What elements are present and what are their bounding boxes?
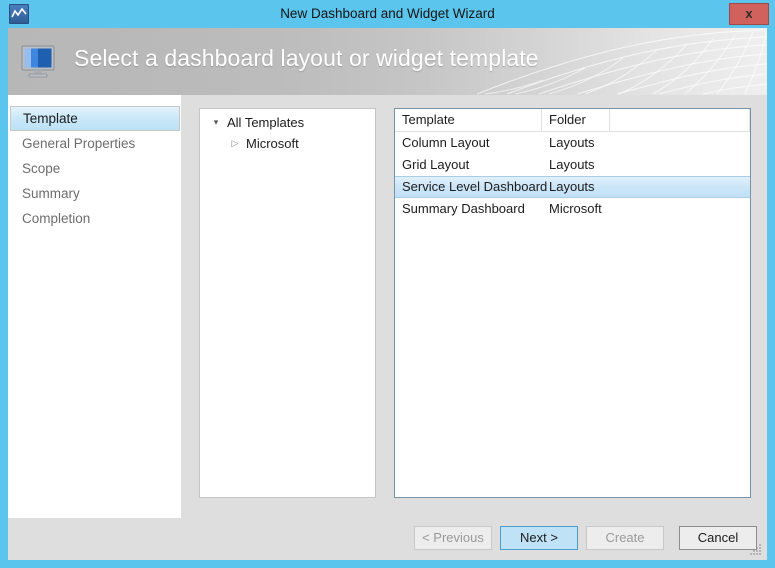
- cell-folder: Layouts: [549, 135, 595, 150]
- resize-grip-icon[interactable]: [750, 544, 762, 556]
- window-title: New Dashboard and Widget Wizard: [280, 6, 495, 21]
- tree-node-all-templates[interactable]: ▾ All Templates: [200, 112, 375, 133]
- table-row[interactable]: Grid Layout Layouts: [395, 154, 750, 176]
- cell-folder: Layouts: [549, 157, 595, 172]
- column-header-template[interactable]: Template: [395, 109, 542, 131]
- wizard-footer: < Previous Next > Create Cancel: [8, 518, 767, 560]
- table-row[interactable]: Summary Dashboard Microsoft: [395, 198, 750, 220]
- tree-node-label: All Templates: [227, 115, 305, 130]
- next-button[interactable]: Next >: [500, 526, 578, 550]
- monitor-icon: [21, 45, 55, 78]
- wizard-banner: Select a dashboard layout or widget temp…: [8, 28, 767, 95]
- cell-template: Column Layout: [402, 135, 490, 150]
- previous-button[interactable]: < Previous: [414, 526, 492, 550]
- close-icon[interactable]: x: [729, 3, 769, 25]
- title-bar: New Dashboard and Widget Wizard x: [0, 0, 775, 28]
- sidebar-item-template[interactable]: Template: [10, 106, 180, 131]
- table-row-selected[interactable]: Service Level Dashboard Layouts: [395, 176, 750, 198]
- column-header-blank[interactable]: [610, 109, 750, 131]
- table-row[interactable]: Column Layout Layouts: [395, 132, 750, 154]
- page-title: Select a dashboard layout or widget temp…: [74, 45, 539, 71]
- cell-folder: Layouts: [549, 179, 595, 194]
- cancel-button[interactable]: Cancel: [679, 526, 757, 550]
- template-list[interactable]: Template Folder Column Layout Layouts Gr…: [394, 108, 751, 498]
- sidebar-item-scope[interactable]: Scope: [10, 156, 180, 181]
- sidebar-item-summary[interactable]: Summary: [10, 181, 180, 206]
- expanded-triangle-icon[interactable]: ▾: [209, 112, 223, 133]
- cell-template: Service Level Dashboard: [402, 179, 548, 194]
- sidebar-item-general-properties[interactable]: General Properties: [10, 131, 180, 156]
- cell-folder: Microsoft: [549, 201, 602, 216]
- wizard-step-nav: Template General Properties Scope Summar…: [8, 95, 181, 518]
- cell-template: Summary Dashboard: [402, 201, 525, 216]
- sidebar-item-completion[interactable]: Completion: [10, 206, 180, 231]
- column-header-folder[interactable]: Folder: [542, 109, 610, 131]
- list-header: Template Folder: [395, 109, 750, 132]
- collapsed-triangle-icon[interactable]: ▷: [228, 133, 242, 154]
- wizard-body: Template General Properties Scope Summar…: [8, 95, 767, 560]
- cell-template: Grid Layout: [402, 157, 470, 172]
- template-folder-tree[interactable]: ▾ All Templates ▷ Microsoft: [199, 108, 376, 498]
- create-button[interactable]: Create: [586, 526, 664, 550]
- tree-node-label: Microsoft: [246, 136, 299, 151]
- wizard-window: New Dashboard and Widget Wizard x Select…: [0, 0, 775, 568]
- tree-node-microsoft[interactable]: ▷ Microsoft: [200, 133, 375, 154]
